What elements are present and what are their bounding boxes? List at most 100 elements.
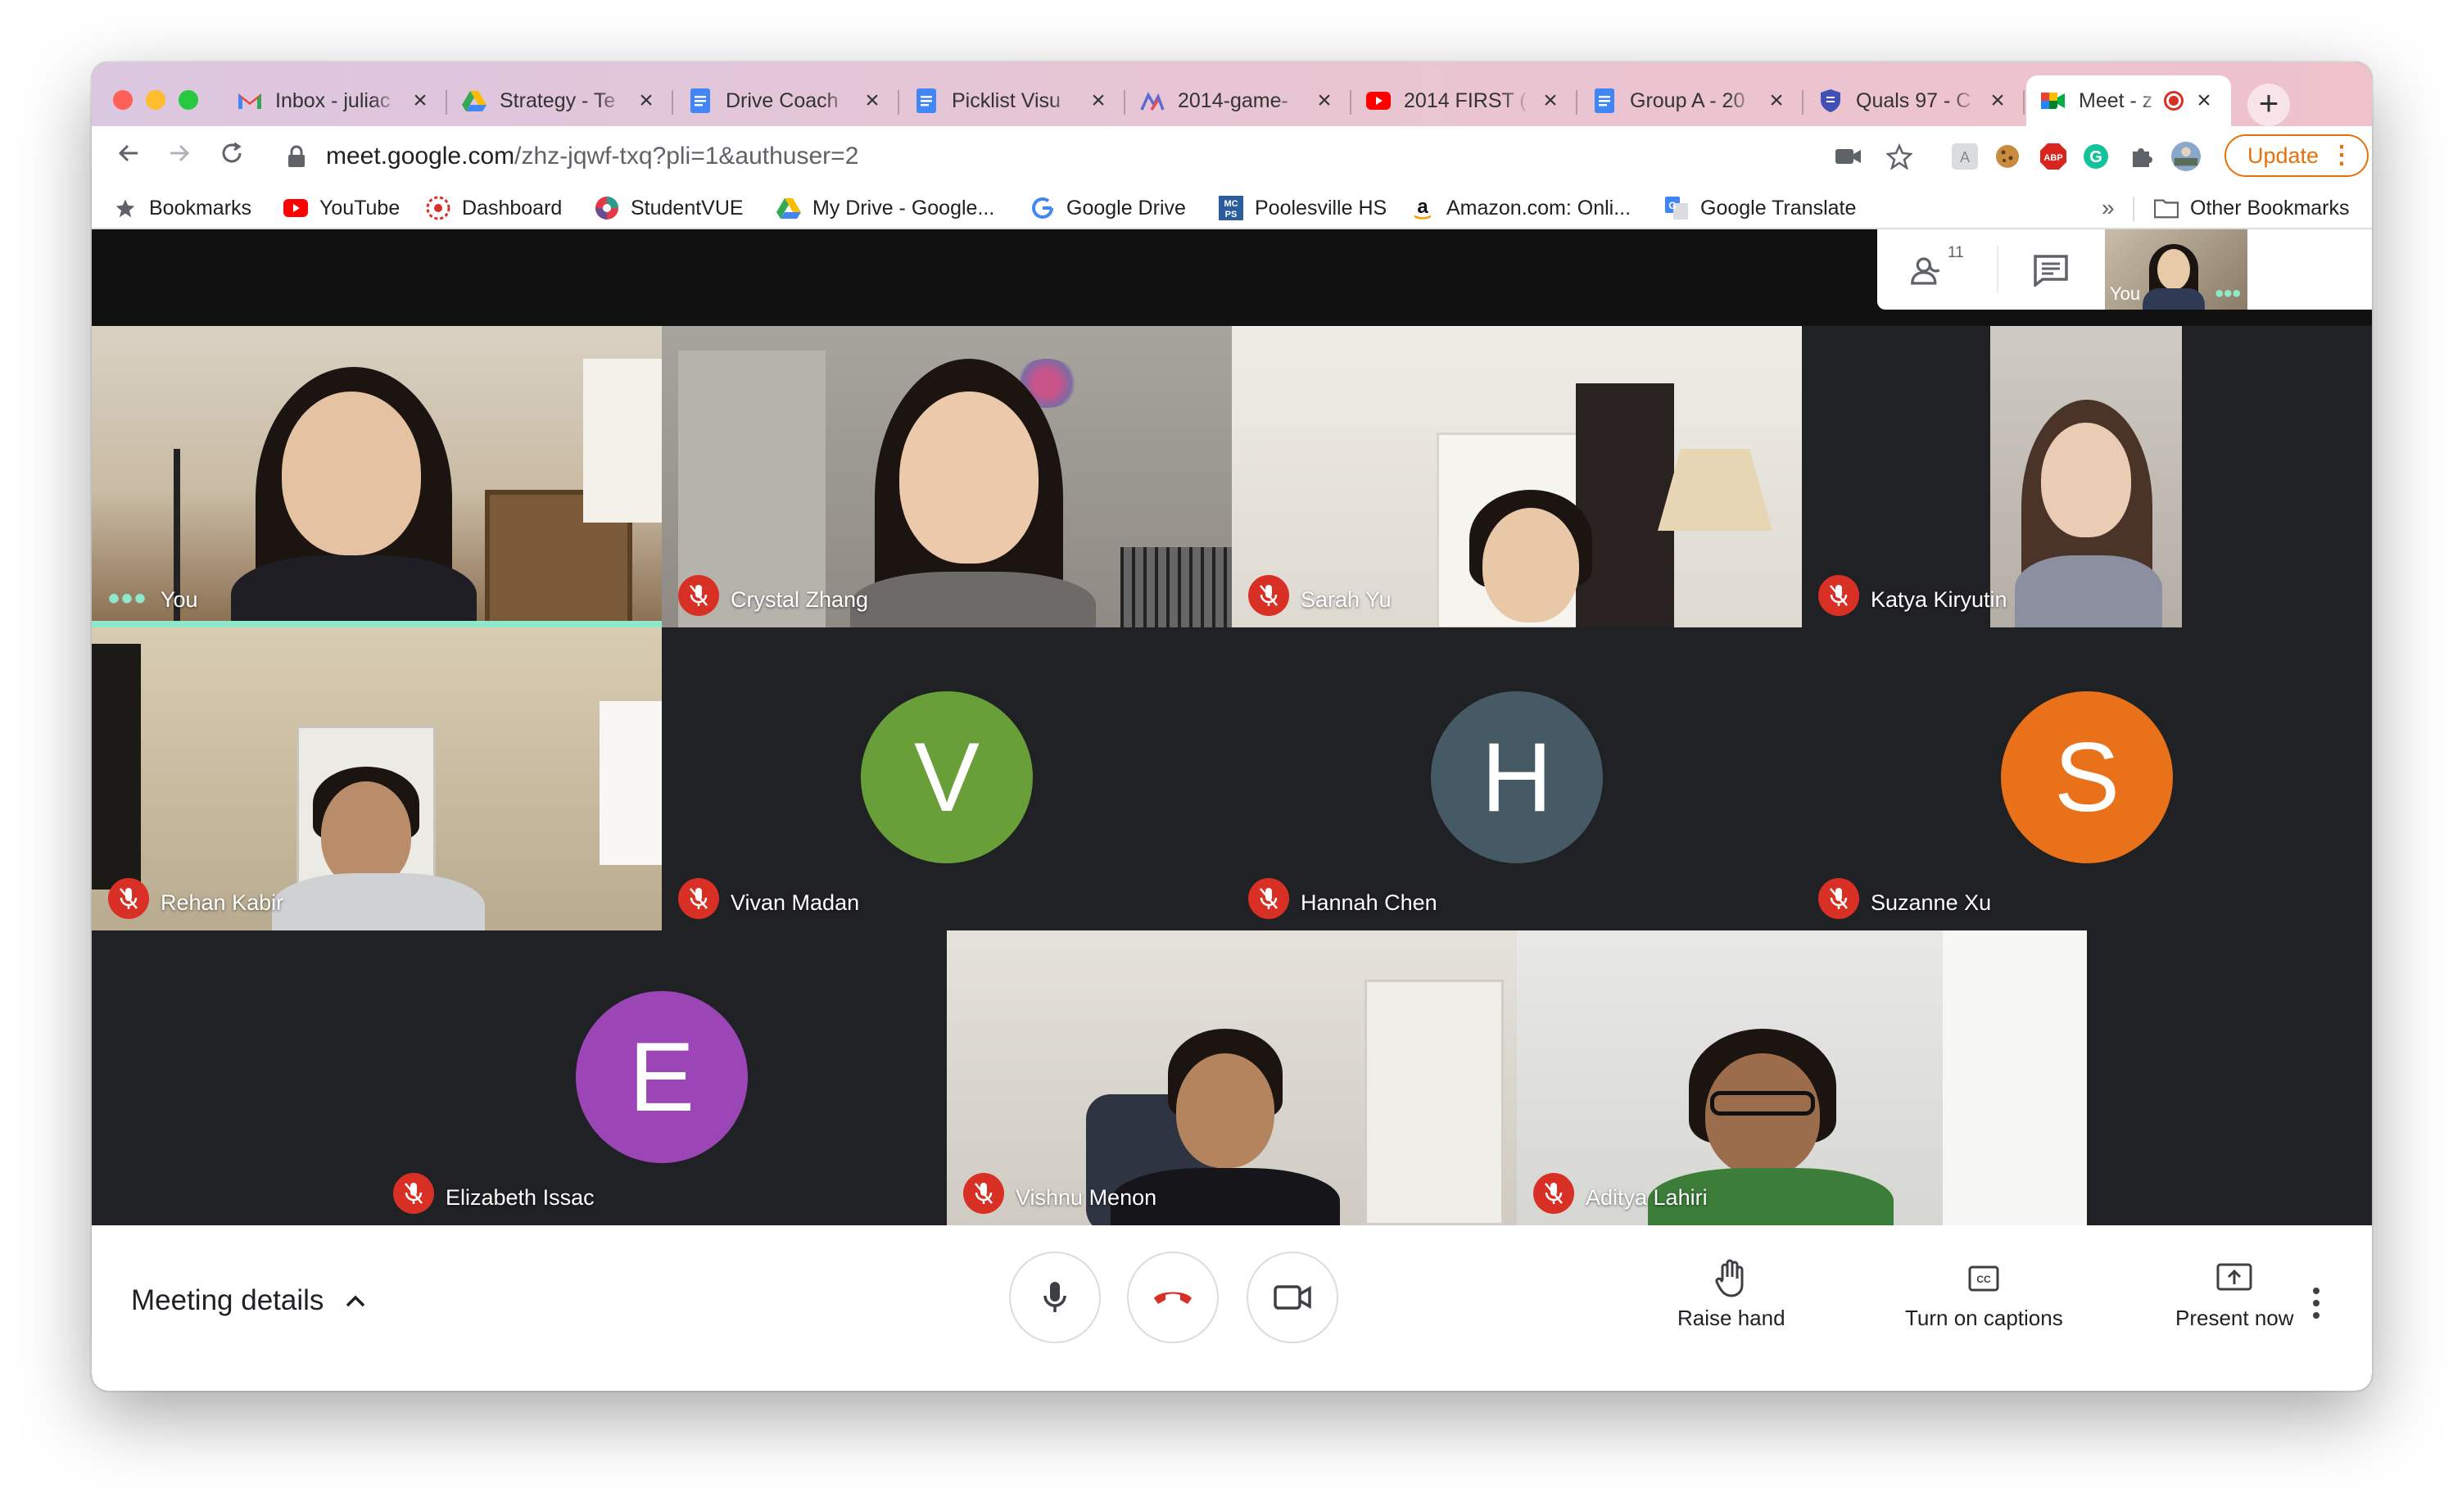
bookmark-google-drive[interactable]: Google Drive <box>1030 193 1186 223</box>
more-vert-icon: ⋮ <box>2329 142 2354 169</box>
tab-strip: Inbox - juliac × Strategy - Te × Drive C… <box>92 62 2372 126</box>
closed-captions-icon: CC <box>1963 1258 2004 1299</box>
close-tab-icon[interactable]: × <box>860 88 885 113</box>
close-tab-icon[interactable]: × <box>1764 88 1789 113</box>
bookmark-label: Poolesville HS <box>1255 196 1387 220</box>
close-tab-icon[interactable]: × <box>1538 88 1563 113</box>
studentvue-icon <box>595 196 619 220</box>
reload-button[interactable] <box>211 136 252 177</box>
more-options-icon[interactable]: ••• <box>108 582 147 615</box>
participant-tile-vivan-madan[interactable]: V Vivan Madan <box>662 627 1232 930</box>
bookmark-youtube[interactable]: YouTube <box>283 193 400 223</box>
window <box>600 701 662 865</box>
grammarly-icon[interactable]: G <box>2080 141 2111 172</box>
present-now-button[interactable]: Present now <box>2175 1258 2294 1331</box>
cookie-extension-icon[interactable] <box>1992 141 2023 172</box>
bookmark-dashboard[interactable]: Dashboard <box>426 193 562 223</box>
profile-avatar[interactable] <box>2170 141 2202 172</box>
muted-mic-icon <box>1248 878 1289 919</box>
bookmarks-bar: Bookmarks YouTube Dashboard StudentVUE M… <box>92 187 2372 229</box>
tab-2014-first[interactable]: 2014 FIRST ( × <box>1351 75 1577 126</box>
participant-tile-vishnu-menon[interactable]: Vishnu Menon <box>947 930 1517 1225</box>
person-face <box>2041 423 2131 537</box>
bookmarks-overflow-button[interactable]: » <box>2102 193 2115 223</box>
tab-label: Strategy - Te <box>500 88 616 112</box>
google-drive-icon <box>462 88 487 113</box>
bookmark-bookmarks[interactable]: Bookmarks <box>113 193 251 223</box>
adblock-plus-icon[interactable]: ABP <box>2038 141 2069 172</box>
bookmark-poolesville[interactable]: MC PS Poolesville HS <box>1219 193 1387 223</box>
bookmark-label: Amazon.com: Onli... <box>1446 196 1632 220</box>
browser-toolbar: meet.google.com/zhz-jqwf-txq?pli=1&authu… <box>92 126 2372 187</box>
participant-tile-sarah-yu[interactable]: Sarah Yu <box>1232 326 1802 627</box>
close-tab-icon[interactable]: × <box>1086 88 1111 113</box>
present-screen-icon <box>2214 1258 2255 1299</box>
extensions-puzzle-icon[interactable] <box>2126 141 2157 172</box>
svg-text:a: a <box>1417 196 1428 218</box>
bookmark-label: StudentVUE <box>631 196 744 220</box>
back-button[interactable] <box>108 136 149 177</box>
zoom-window-button[interactable] <box>179 90 198 110</box>
close-tab-icon[interactable]: × <box>1985 88 2010 113</box>
window <box>583 359 662 523</box>
forward-button[interactable] <box>159 136 200 177</box>
bookmark-studentvue[interactable]: StudentVUE <box>595 193 744 223</box>
person-body <box>231 555 477 627</box>
participant-name: Crystal Zhang <box>731 587 869 612</box>
svg-text:G: G <box>1668 200 1676 211</box>
camera-button[interactable] <box>1247 1252 1338 1343</box>
tab-drive-coach[interactable]: Drive Coach × <box>673 75 899 126</box>
google-docs-icon <box>914 88 939 113</box>
bookmark-amazon[interactable]: a Amazon.com: Onli... <box>1410 193 1631 223</box>
participant-name: Vishnu Menon <box>1016 1185 1157 1210</box>
minimize-window-button[interactable] <box>146 90 165 110</box>
tab-strategy[interactable]: Strategy - Te × <box>447 75 673 126</box>
more-options-button[interactable] <box>2308 1283 2324 1324</box>
camera-in-use-icon[interactable] <box>1833 141 1864 172</box>
tab-quals-97[interactable]: Quals 97 - C × <box>1804 75 2025 126</box>
more-options-icon[interactable]: ••• <box>2215 280 2241 308</box>
microphone-button[interactable] <box>1009 1252 1101 1343</box>
participant-tile-crystal-zhang[interactable]: Crystal Zhang <box>662 326 1232 627</box>
bookmark-my-drive[interactable]: My Drive - Google... <box>776 193 994 223</box>
tab-picklist[interactable]: Picklist Visu × <box>899 75 1125 126</box>
participant-tile-rehan-kabir[interactable]: Rehan Kabir <box>92 627 662 930</box>
bookmark-label: My Drive - Google... <box>812 196 995 220</box>
address-bar[interactable]: meet.google.com/zhz-jqwf-txq?pli=1&authu… <box>270 133 1930 180</box>
captions-button[interactable]: CC Turn on captions <box>1905 1258 2063 1331</box>
participants-button[interactable]: 11 <box>1910 244 1964 293</box>
close-tab-icon[interactable]: × <box>2192 88 2216 113</box>
close-tab-icon[interactable]: × <box>1312 88 1337 113</box>
bookmark-star-icon[interactable] <box>1884 141 1915 172</box>
recording-indicator-icon <box>2164 91 2184 111</box>
participant-tile-elizabeth-issac[interactable]: E Elizabeth Issac <box>377 930 947 1225</box>
close-window-button[interactable] <box>113 90 133 110</box>
participant-tile-aditya-lahiri[interactable]: Aditya Lahiri <box>1517 930 2087 1225</box>
tab-2014-game[interactable]: 2014-game- × <box>1125 75 1351 126</box>
raise-hand-button[interactable]: Raise hand <box>1677 1258 1785 1331</box>
extension-a-icon[interactable]: A <box>1949 141 1980 172</box>
leave-call-button[interactable] <box>1127 1252 1219 1343</box>
meeting-details-button[interactable]: Meeting details <box>131 1284 368 1317</box>
tab-inbox[interactable]: Inbox - juliac × <box>223 75 447 126</box>
participant-tile-suzanne-xu[interactable]: S Suzanne Xu <box>1802 627 2372 930</box>
tab-label: Group A - 20 <box>1630 88 1745 112</box>
tab-group-a[interactable]: Group A - 20 × <box>1577 75 1804 126</box>
participant-tile-katya-kiryutin[interactable]: Katya Kiryutin <box>1802 326 2372 627</box>
participant-tile-you[interactable]: ••• You <box>92 326 662 627</box>
self-view-thumbnail[interactable]: You ••• <box>2105 229 2247 310</box>
other-bookmarks[interactable]: Other Bookmarks <box>2154 193 2350 223</box>
meet-app: 11 You ••• ••• You Crystal Zhang Sarah Y… <box>92 229 2372 1391</box>
new-tab-button[interactable]: + <box>2247 84 2290 126</box>
participant-name: Aditya Lahiri <box>1586 1185 1708 1210</box>
close-tab-icon[interactable]: × <box>634 88 658 113</box>
chat-button[interactable] <box>2028 247 2074 293</box>
participant-tile-hannah-chen[interactable]: H Hannah Chen <box>1232 627 1802 930</box>
bookmark-google-translate[interactable]: G Google Translate <box>1664 193 1856 223</box>
update-button[interactable]: Update ⋮ <box>2224 134 2369 177</box>
tab-meet[interactable]: Meet - z × <box>2026 75 2231 126</box>
close-tab-icon[interactable]: × <box>408 88 432 113</box>
muted-mic-icon <box>678 575 719 616</box>
muted-mic-icon <box>963 1173 1004 1214</box>
participant-name: Sarah Yu <box>1301 587 1392 612</box>
